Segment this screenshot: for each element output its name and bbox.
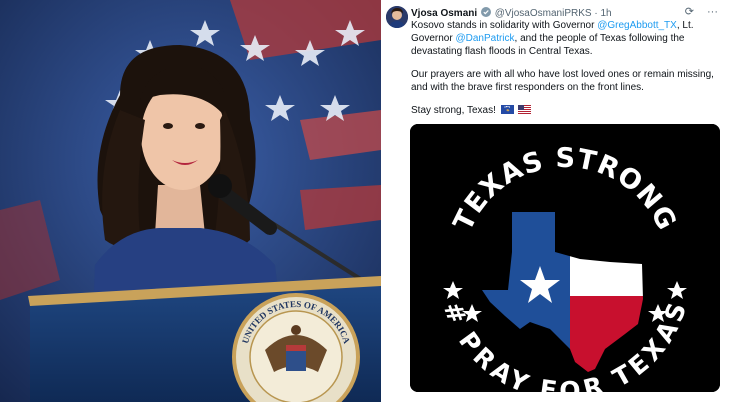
tweet-paragraph-1: Kosovo stands in solidarity with Governo… <box>411 20 694 57</box>
us-seal: UNITED STATES OF AMERICA <box>232 293 360 402</box>
mention-dan-patrick[interactable]: @DanPatrick <box>455 33 514 44</box>
kosovo-flag-icon <box>500 105 514 114</box>
timestamp[interactable]: 1h <box>600 8 611 19</box>
avatar[interactable] <box>386 6 408 28</box>
display-name[interactable]: Vjosa Osmani <box>411 8 477 19</box>
texas-strong-image[interactable]: TEXAS STRONG # PRAY FOR TEXAS <box>410 124 720 392</box>
grok-icon[interactable]: ⟳ <box>685 6 694 18</box>
verified-icon <box>480 7 491 17</box>
tweet-paragraph-2: Our prayers are with all who have lost l… <box>411 69 714 93</box>
texas-strong-graphic: TEXAS STRONG # PRAY FOR TEXAS <box>410 124 720 392</box>
tweet-body: Kosovo stands in solidarity with Governo… <box>411 19 717 127</box>
speaker-photo-illustration: UNITED STATES OF AMERICA <box>0 0 381 402</box>
tweet-header: Vjosa Osmani @VjosaOsmaniPRKS · 1h <box>411 7 612 19</box>
handle[interactable]: @VjosaOsmaniPRKS <box>495 8 592 19</box>
speaker-photo: UNITED STATES OF AMERICA <box>0 0 381 402</box>
mention-greg-abbott[interactable]: @GregAbbott_TX <box>597 20 677 31</box>
header-actions: ⟳ ··· <box>675 5 718 18</box>
more-icon[interactable]: ··· <box>707 6 718 18</box>
tweet-paragraph-3: Stay strong, Texas! <box>411 104 717 117</box>
tweet-card[interactable]: Vjosa Osmani @VjosaOsmaniPRKS · 1h ⟳ ···… <box>381 0 730 402</box>
us-flag-icon <box>518 105 532 114</box>
